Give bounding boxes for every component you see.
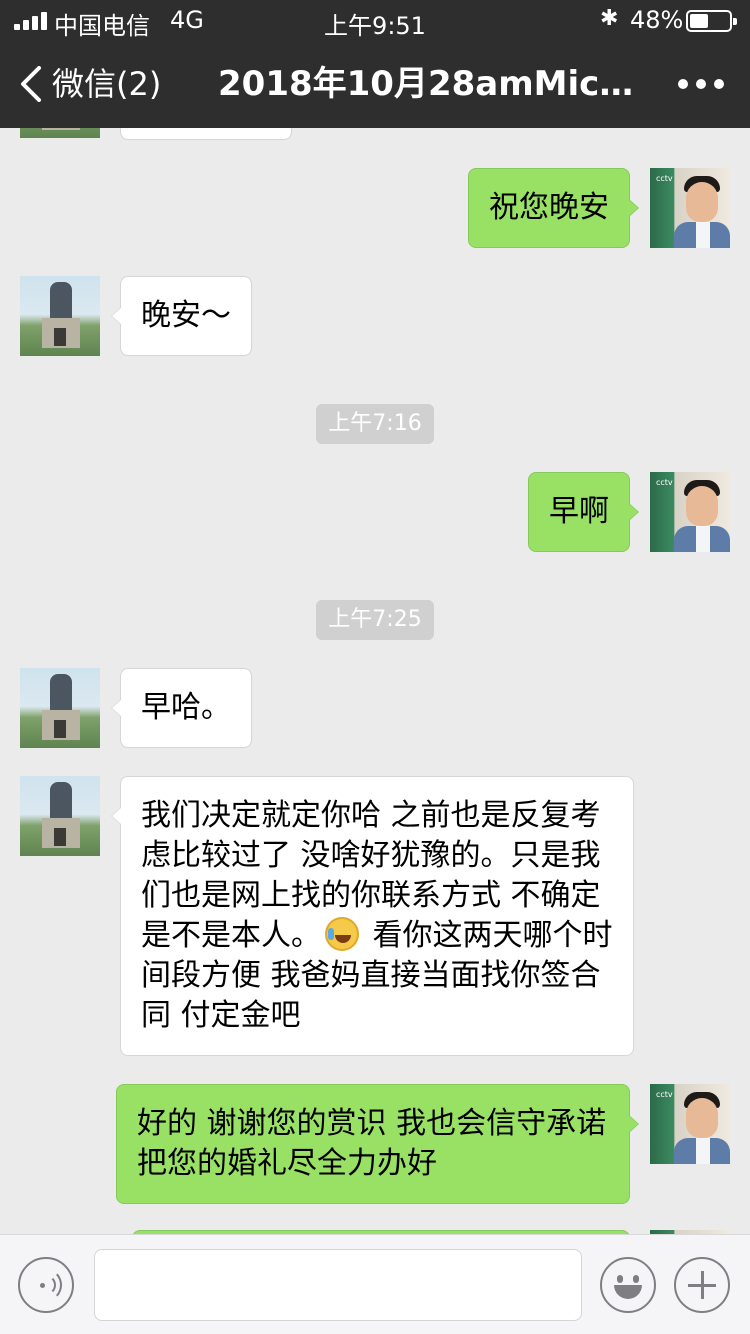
message-bubble-incoming[interactable]: 晚安～ [111, 276, 252, 356]
chat-title: 2018年10月28amMich... [218, 64, 638, 104]
top-bar: 中国电信 4G 上午9:51 ✱ 48% 微信(2) 2018年10月28amM… [0, 0, 750, 128]
sob-laugh-emoji-icon [325, 917, 359, 951]
message-bubble-incoming[interactable]: 我们决定就定你哈 之前也是反复考虑比较过了 没啥好犹豫的。只是我们也是网上找的你… [111, 776, 634, 1056]
input-bar [0, 1234, 750, 1334]
timestamp: 上午7:25 [0, 600, 750, 640]
battery-icon [686, 10, 737, 32]
bluetooth-icon: ✱ [600, 6, 619, 31]
plus-icon[interactable] [674, 1257, 730, 1313]
back-label: 微信(2) [52, 65, 162, 103]
my-avatar[interactable]: cctv [650, 168, 730, 248]
back-chevron-icon [21, 66, 41, 102]
chat-area[interactable]: 祝您晚安 cctv 晚安～ 上午7:16 早啊 cctv 上午7:25 早哈。 … [0, 128, 750, 1234]
contact-avatar[interactable] [20, 276, 100, 356]
battery-percentage: 48% [630, 6, 684, 34]
battery-level-fill [690, 14, 709, 28]
contact-avatar[interactable] [20, 776, 100, 856]
voice-icon[interactable] [18, 1257, 74, 1313]
more-icon[interactable] [676, 76, 726, 92]
back-button[interactable]: 微信(2) [20, 64, 170, 104]
contact-avatar[interactable] [20, 668, 100, 748]
emoji-icon[interactable] [600, 1257, 656, 1313]
message-bubble-outgoing[interactable]: 好的 谢谢您的赏识 我也会信守承诺 把您的婚礼尽全力办好 [116, 1084, 639, 1204]
message-bubble-incoming[interactable]: 早哈。 [111, 668, 252, 748]
message-input[interactable] [94, 1249, 582, 1321]
timestamp: 上午7:16 [0, 404, 750, 444]
nav-bar: 微信(2) 2018年10月28amMich... [0, 40, 750, 128]
my-avatar[interactable]: cctv [650, 472, 730, 552]
message-bubble-outgoing[interactable]: 早啊 [528, 472, 639, 552]
contact-avatar[interactable] [20, 128, 100, 138]
message-bubble-partial[interactable] [120, 128, 292, 140]
my-avatar[interactable]: cctv [650, 1084, 730, 1164]
status-bar: 中国电信 4G 上午9:51 ✱ 48% [0, 0, 750, 40]
message-bubble-outgoing[interactable]: 祝您晚安 [468, 168, 639, 248]
